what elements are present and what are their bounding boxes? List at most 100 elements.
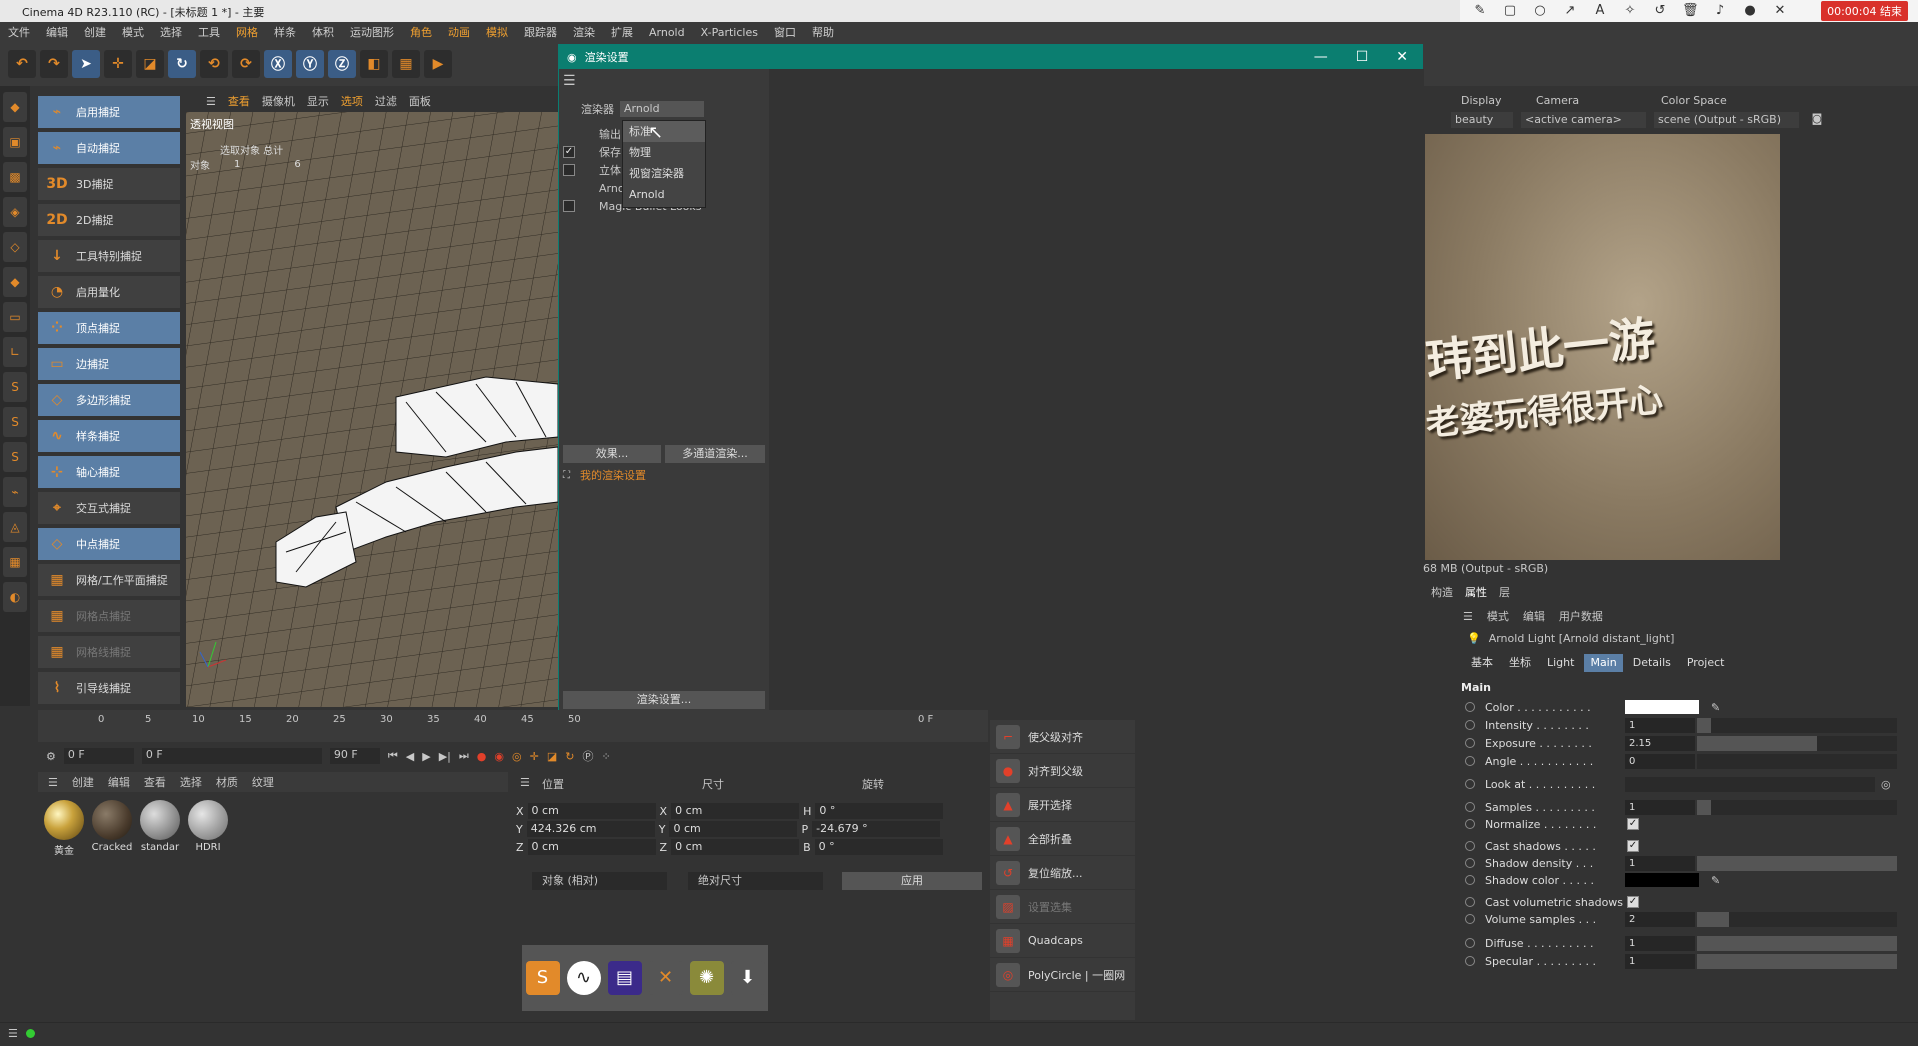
autokey-icon[interactable]: ◉ xyxy=(494,750,504,763)
menu-item[interactable]: 运动图形 xyxy=(342,24,402,40)
rotation-field[interactable]: 0 ° xyxy=(814,839,943,855)
viewport-menu-item[interactable]: 摄像机 xyxy=(262,93,295,109)
snap-item[interactable]: ▭ 边捕捉 xyxy=(38,348,180,380)
animation-dot-icon[interactable] xyxy=(1465,756,1475,766)
tab-layers[interactable]: 层 xyxy=(1499,584,1510,600)
multipass-button[interactable]: 多通道渲染... xyxy=(665,445,765,463)
tab-details[interactable]: Details xyxy=(1627,654,1677,672)
attr-slider[interactable] xyxy=(1697,935,1897,951)
menu-item[interactable]: 扩展 xyxy=(603,24,641,40)
align-item[interactable]: ▲ 全部折叠 xyxy=(990,822,1135,856)
minimize-icon[interactable]: — xyxy=(1314,49,1328,65)
texture-mode-icon[interactable]: ▩ xyxy=(3,162,27,192)
menu-icon[interactable]: ☰ xyxy=(48,776,58,789)
menu-item[interactable]: 帮助 xyxy=(804,24,842,40)
record-icon[interactable]: ● xyxy=(477,750,487,763)
attr-value-field[interactable]: 1 xyxy=(1625,953,1695,969)
plugin-sun-icon[interactable]: ✺ xyxy=(689,961,724,995)
current-frame-field[interactable]: 0 F xyxy=(141,748,322,764)
rectangle-icon[interactable]: ▢ xyxy=(1502,3,1518,19)
plugin-pattern-icon[interactable]: ▤ xyxy=(607,961,642,995)
close-icon[interactable]: ✕ xyxy=(1772,3,1788,19)
circle-icon[interactable]: ○ xyxy=(1532,3,1548,19)
animation-dot-icon[interactable] xyxy=(1465,738,1475,748)
keyframe-icon[interactable]: ◎ xyxy=(512,750,522,763)
select-tool-icon[interactable]: ➤ xyxy=(72,50,100,78)
locked-workplane-icon[interactable]: ▭ xyxy=(3,302,27,332)
snap-item[interactable]: ⌁ 自动捕捉 xyxy=(38,132,180,164)
recent-tool-icon[interactable]: ⟳ xyxy=(232,50,260,78)
polygons-mode-icon[interactable]: ◆ xyxy=(3,267,27,297)
plugin-wave-icon[interactable]: ∿ xyxy=(566,961,601,995)
points-mode-icon[interactable]: ◈ xyxy=(3,197,27,227)
viewport-menu-item[interactable]: 显示 xyxy=(307,93,329,109)
target-icon[interactable]: ◎ xyxy=(1881,778,1891,791)
material-hdri[interactable]: HDRI xyxy=(186,798,230,858)
viewport-menu-item[interactable]: 面板 xyxy=(409,93,431,109)
undo-icon[interactable]: ↶ xyxy=(8,50,36,78)
stereo-checkbox[interactable] xyxy=(563,164,575,176)
attr-slider[interactable] xyxy=(1697,753,1897,769)
frame-gear-icon[interactable]: ⚙ xyxy=(46,750,56,763)
snap-item[interactable]: ↓ 工具特别捕捉 xyxy=(38,240,180,272)
snap-item[interactable]: ◇ 多边形捕捉 xyxy=(38,384,180,416)
position-field[interactable]: 0 cm xyxy=(527,803,656,819)
size-field[interactable]: 0 cm xyxy=(671,803,800,819)
snap-item[interactable]: ▦ 网格/工作平面捕捉 xyxy=(38,564,180,596)
menu-icon[interactable]: ☰ xyxy=(563,73,576,89)
material-menu-item[interactable]: 创建 xyxy=(72,774,94,790)
animation-dot-icon[interactable] xyxy=(1465,858,1475,868)
plugin-s-icon[interactable]: S xyxy=(525,961,560,995)
snap-item[interactable]: ⌖ 交互式捕捉 xyxy=(38,492,180,524)
menu-item[interactable]: 模式 xyxy=(114,24,152,40)
material-menu-item[interactable]: 纹理 xyxy=(252,774,274,790)
animation-dot-icon[interactable] xyxy=(1465,802,1475,812)
edges-mode-icon[interactable]: ◇ xyxy=(3,232,27,262)
tree-item-stereo[interactable]: 立体 xyxy=(599,162,621,178)
attr-slider[interactable] xyxy=(1697,799,1897,815)
align-item[interactable]: ◎ PolyCircle | 一圈网 xyxy=(990,958,1135,992)
point-level-icon[interactable]: ⁘ xyxy=(601,750,610,763)
menu-item[interactable]: 样条 xyxy=(266,24,304,40)
move-tool-icon[interactable]: ✛ xyxy=(104,50,132,78)
param-key-icon[interactable]: Ⓟ xyxy=(582,748,593,764)
snap-item[interactable]: 2D 2D捕捉 xyxy=(38,204,180,236)
tab-coord[interactable]: 坐标 xyxy=(1503,654,1537,672)
animation-dot-icon[interactable] xyxy=(1465,938,1475,948)
viewport-menu-icon[interactable]: ☰ xyxy=(206,95,216,108)
magic-wand-icon[interactable]: ✧ xyxy=(1622,3,1638,19)
menu-item[interactable]: 创建 xyxy=(76,24,114,40)
prev-frame-icon[interactable]: ◀ xyxy=(406,750,414,763)
play-icon[interactable]: ▶ xyxy=(422,750,430,763)
rotate-key-icon[interactable]: ↻ xyxy=(565,750,574,763)
align-item[interactable]: ▲ 展开选择 xyxy=(990,788,1135,822)
coord-mode-select[interactable]: 对象 (相对) xyxy=(532,872,667,890)
goto-end-icon[interactable]: ⏭ xyxy=(459,749,469,763)
attr-value-field[interactable]: 0 xyxy=(1625,753,1695,769)
attr-value-field[interactable]: 2.15 xyxy=(1625,735,1695,751)
rotation-field[interactable]: 0 ° xyxy=(815,803,944,819)
snap-item[interactable]: ▦ 网格点捕捉 xyxy=(38,600,180,632)
eyedropper-icon[interactable]: ✎ xyxy=(1711,701,1720,714)
max-frame-field[interactable]: 90 F xyxy=(329,748,380,764)
look-at-field[interactable] xyxy=(1625,776,1875,792)
tab-main[interactable]: Main xyxy=(1584,654,1623,672)
menu-item[interactable]: 模拟 xyxy=(478,24,516,40)
menu-icon[interactable]: ☰ xyxy=(520,776,530,789)
redo-icon[interactable]: ↷ xyxy=(40,50,68,78)
tab-basic[interactable]: 基本 xyxy=(1465,654,1499,672)
material-cracked[interactable]: Cracked xyxy=(90,798,134,858)
viewport-menu-item[interactable]: 选项 xyxy=(341,93,363,109)
text-icon[interactable]: A xyxy=(1592,3,1608,19)
scale-key-icon[interactable]: ◪ xyxy=(547,750,557,763)
menu-item[interactable]: 跟踪器 xyxy=(516,24,565,40)
apply-button[interactable]: 应用 xyxy=(842,872,982,890)
perspective-viewport[interactable]: 透视视图 选取对象 总计 对象 1 6 xyxy=(186,112,560,707)
menu-item[interactable]: 体积 xyxy=(304,24,342,40)
undo-icon[interactable]: ↺ xyxy=(1652,3,1668,19)
snap-item[interactable]: ▦ 网格线捕捉 xyxy=(38,636,180,668)
size-field[interactable]: 0 cm xyxy=(671,839,800,855)
magic-bullet-checkbox[interactable] xyxy=(563,200,575,212)
menu-item[interactable]: 网格 xyxy=(228,24,266,40)
menu-item[interactable]: 动画 xyxy=(440,24,478,40)
